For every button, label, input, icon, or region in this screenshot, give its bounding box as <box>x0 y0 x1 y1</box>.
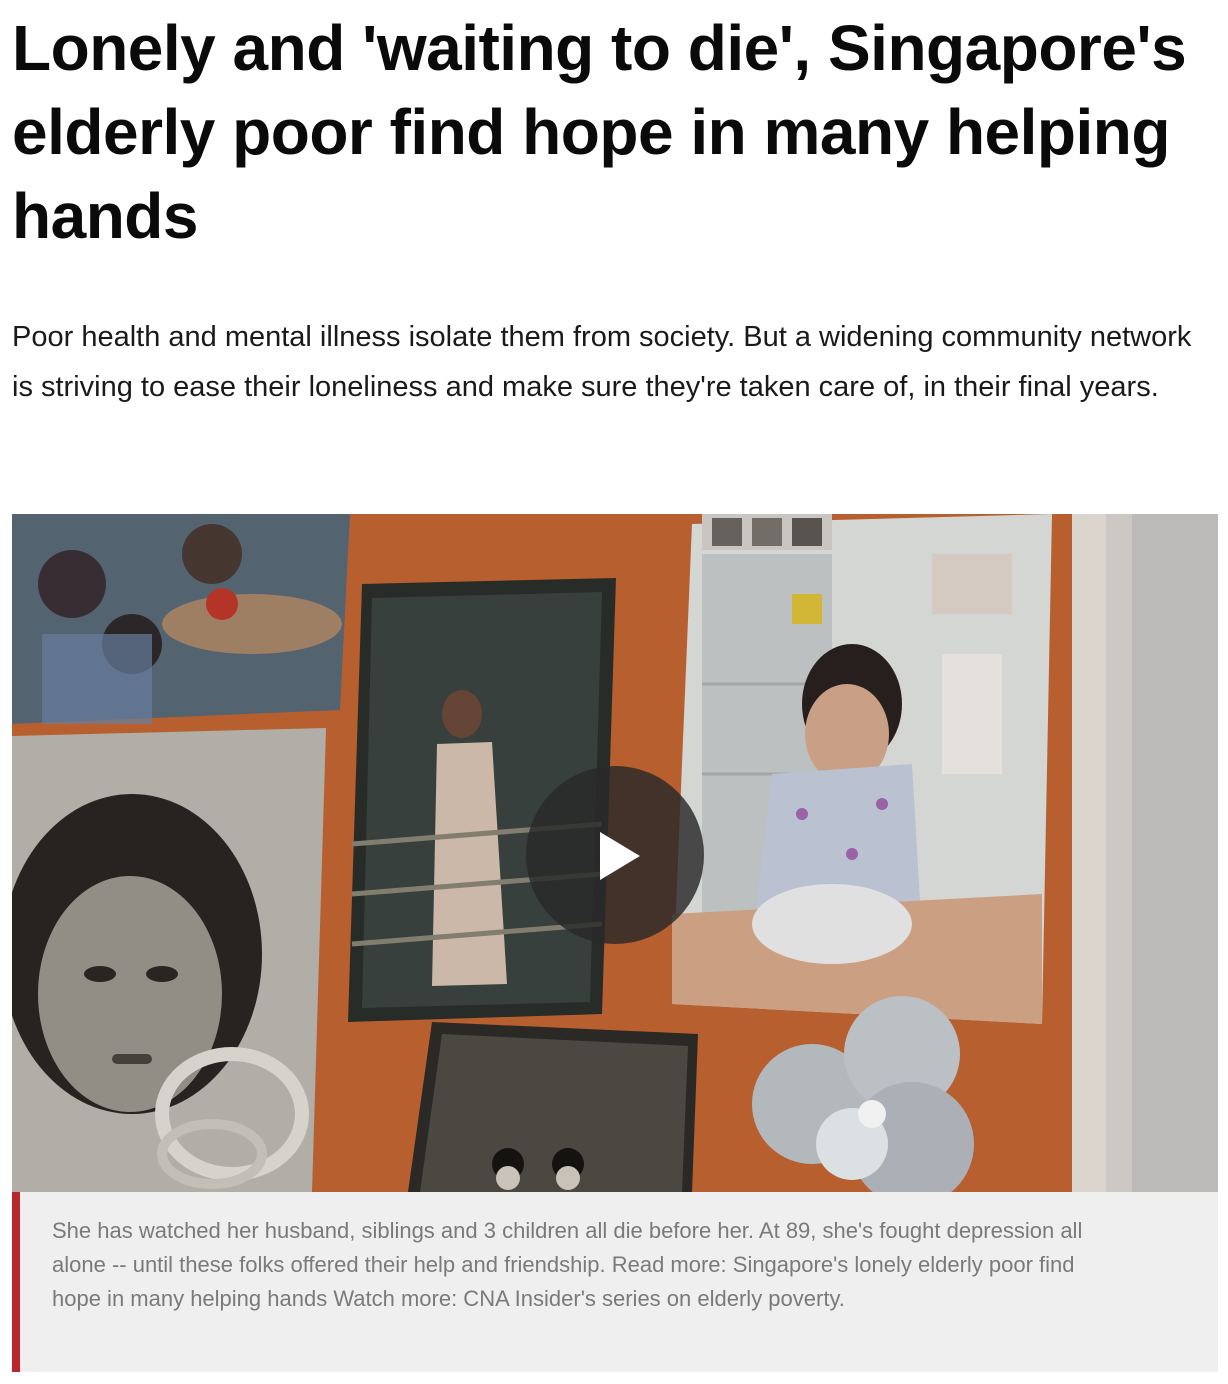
article-summary: Poor health and mental illness isolate t… <box>12 321 1192 403</box>
video-player[interactable] <box>12 514 1218 1192</box>
play-button[interactable] <box>526 766 704 944</box>
article-headline: Lonely and 'waiting to die', Singapore's… <box>12 12 1187 252</box>
video-caption: She has watched her husband, siblings an… <box>12 1192 1218 1372</box>
play-icon <box>600 832 640 880</box>
article: Lonely and 'waiting to die', Singapore's… <box>12 0 1218 1372</box>
video-caption-text: She has watched her husband, siblings an… <box>52 1218 1083 1311</box>
